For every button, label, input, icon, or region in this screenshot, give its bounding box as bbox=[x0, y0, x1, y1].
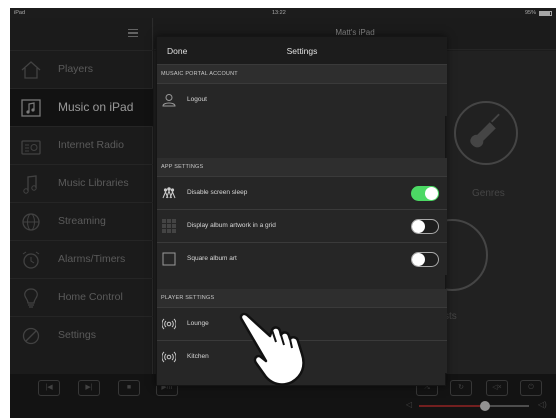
row-label: Square album art bbox=[187, 255, 237, 262]
album-artwork-grid-row: Display album artwork in a grid bbox=[157, 209, 447, 242]
album-artwork-grid-toggle[interactable] bbox=[411, 219, 439, 234]
row-label: Kitchen bbox=[187, 353, 209, 360]
ipad-screen: iPad 13:22 95% Players Music on iPad Int… bbox=[10, 8, 556, 418]
section-header-label: APP SETTINGS bbox=[161, 164, 204, 170]
user-icon bbox=[162, 94, 176, 107]
hand-pointer-icon bbox=[239, 312, 305, 386]
logout-row[interactable]: Logout bbox=[157, 83, 447, 116]
speaker-icon bbox=[162, 318, 176, 330]
section-header-app: APP SETTINGS bbox=[157, 158, 447, 176]
settings-title: Settings bbox=[286, 46, 318, 56]
square-album-art-row: Square album art bbox=[157, 242, 447, 275]
disable-screen-sleep-row: Disable screen sleep bbox=[157, 176, 447, 209]
section-header-label: PLAYER SETTINGS bbox=[161, 295, 215, 301]
row-label: Lounge bbox=[187, 320, 209, 327]
section-header-player: PLAYER SETTINGS bbox=[157, 289, 447, 307]
row-label: Logout bbox=[187, 96, 207, 103]
speaker-icon bbox=[162, 351, 176, 363]
row-label: Display album artwork in a grid bbox=[187, 222, 276, 229]
grid-icon bbox=[162, 219, 176, 233]
people-icon bbox=[162, 187, 176, 199]
square-album-art-toggle[interactable] bbox=[411, 252, 439, 267]
disable-screen-sleep-toggle[interactable] bbox=[411, 186, 439, 201]
row-label: Disable screen sleep bbox=[187, 189, 248, 196]
section-header-label: MUSAIC PORTAL ACCOUNT bbox=[161, 71, 238, 77]
square-icon bbox=[162, 252, 176, 266]
settings-header: Done Settings bbox=[157, 37, 447, 65]
section-header-account: MUSAIC PORTAL ACCOUNT bbox=[157, 65, 447, 83]
